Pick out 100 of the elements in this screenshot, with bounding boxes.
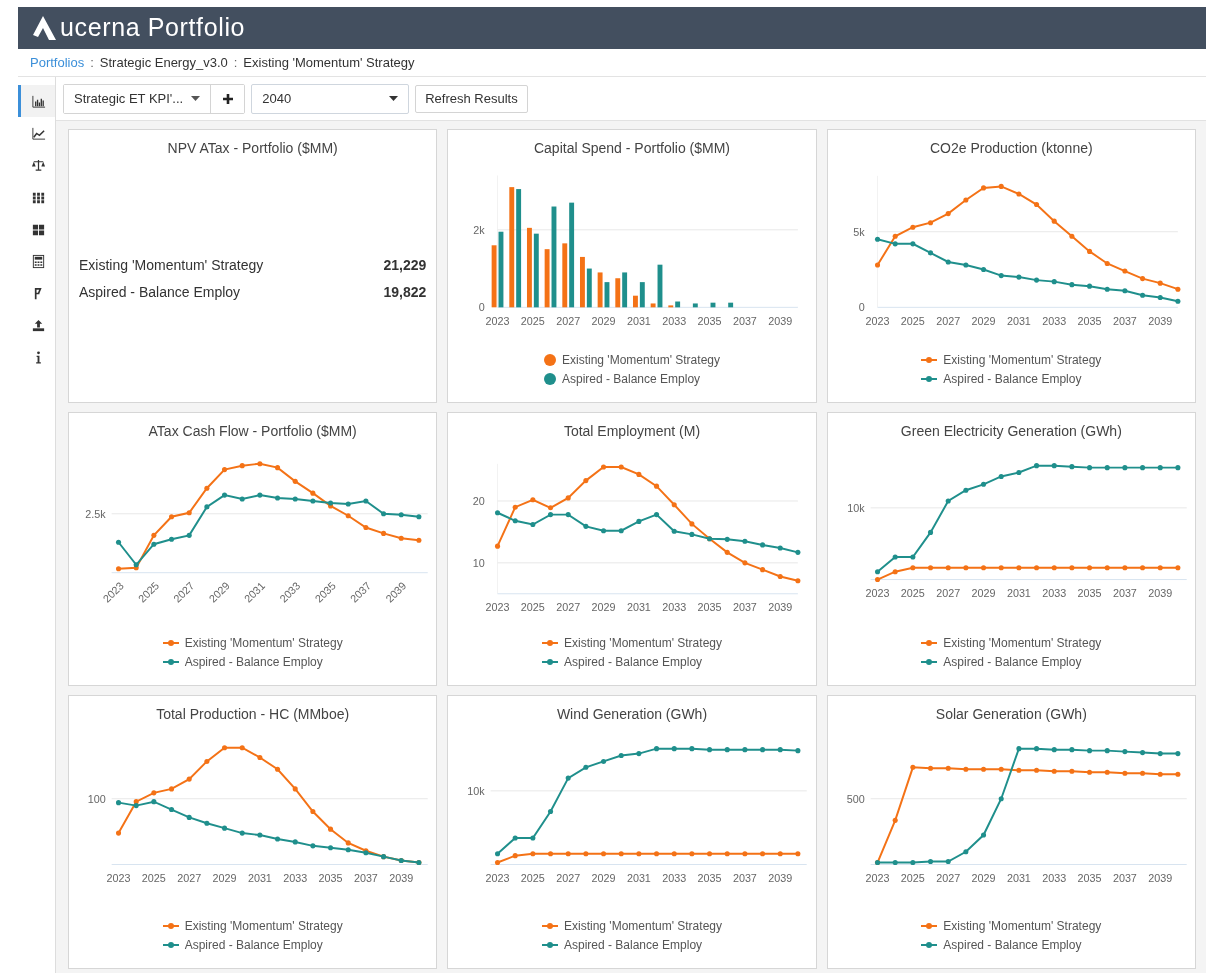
axis-label: 2027 [935, 314, 960, 327]
axis-label: 2029 [591, 314, 616, 327]
axis-label: 2025 [521, 600, 546, 613]
axis-label: 2035 [318, 871, 343, 884]
axis-label: 2025 [521, 871, 546, 884]
sidebar-icon [30, 157, 46, 173]
axis-label: 2031 [627, 871, 652, 884]
axis-label: 2023 [485, 314, 510, 327]
axis-label: 2031 [627, 600, 652, 613]
year-select[interactable]: 2040 [251, 83, 410, 114]
axis-label: 2023 [106, 871, 131, 884]
axis-label: 2039 [768, 871, 793, 884]
axis-label: 2029 [591, 600, 616, 613]
axis-label: 2025 [900, 314, 925, 327]
axis-label: 2029 [212, 871, 237, 884]
logo-icon [30, 14, 58, 42]
axis-label: 2029 [591, 871, 616, 884]
app-title: ucerna Portfolio [60, 12, 246, 44]
axis-label: 2.5k [85, 507, 106, 520]
axis-label: 10k [847, 501, 865, 514]
axis-label: 2025 [521, 314, 546, 327]
axis-label: 0 [858, 300, 865, 313]
legend-label: Aspired - Balance Employ [564, 937, 703, 954]
axis-label: 2029 [971, 871, 996, 884]
chart-bar [728, 302, 734, 307]
axis-label: 2039 [768, 600, 793, 613]
breadcrumb-link[interactable]: Portfolios [30, 52, 85, 73]
axis-label: 2027 [935, 871, 960, 884]
axis-label: 2035 [697, 600, 722, 613]
refresh-button[interactable]: Refresh Results [415, 84, 528, 113]
axis-label: 2k [473, 223, 486, 236]
axis-label: 2029 [971, 586, 996, 599]
legend-label: Aspired - Balance Employ [562, 371, 701, 388]
card-title: Solar Generation (GWh) [934, 705, 1088, 724]
axis-label: 2033 [1041, 871, 1066, 884]
legend-label: Existing 'Momentum' Strategy [184, 635, 343, 652]
axis-label: 2027 [935, 586, 960, 599]
sidebar-icon [30, 93, 46, 109]
axis-label: 2023 [865, 314, 890, 327]
legend-label: Existing 'Momentum' Strategy [184, 918, 343, 935]
axis-label: 5k [853, 225, 865, 238]
axis-label: 2035 [1077, 586, 1102, 599]
axis-label: 2031 [1006, 314, 1031, 327]
chart-bar [693, 302, 699, 307]
sidebar-icon [30, 253, 46, 269]
axis-label: 2037 [353, 871, 378, 884]
card-title: Wind Generation (GWh) [555, 705, 709, 724]
legend-label: Existing 'Momentum' Strategy [564, 918, 722, 935]
axis-label: 2035 [1077, 871, 1102, 884]
axis-label: 2037 [1112, 871, 1137, 884]
axis-label: 2037 [1112, 586, 1137, 599]
axis-label: 2039 [389, 871, 414, 884]
sidebar-icon [30, 125, 46, 141]
legend-label: Aspired - Balance Employ [184, 654, 323, 671]
axis-label: 2037 [733, 314, 758, 327]
axis-label: 2035 [697, 314, 722, 327]
axis-label: 2025 [900, 871, 925, 884]
card-title: ATax Cash Flow - Portfolio ($MM) [147, 422, 358, 441]
axis-label: 2033 [283, 871, 308, 884]
axis-label: 2027 [556, 314, 581, 327]
axis-label: 2025 [141, 871, 166, 884]
sidebar-tab[interactable] [18, 85, 55, 117]
axis-label: 2033 [662, 600, 687, 613]
legend-label: Existing 'Momentum' Strategy [943, 352, 1102, 369]
legend-label: Aspired - Balance Employ [943, 654, 1082, 671]
axis-label: 2037 [733, 871, 758, 884]
axis-label: 2023 [485, 600, 510, 613]
legend-label: Aspired - Balance Employ [564, 654, 703, 671]
legend-label: Aspired - Balance Employ [943, 937, 1082, 954]
axis-label: 2027 [556, 600, 581, 613]
axis-label: 2033 [1041, 314, 1066, 327]
breadcrumb-separator: : [90, 53, 94, 72]
axis-label: 2033 [1041, 586, 1066, 599]
kpi-value: 19,822 [383, 283, 427, 302]
kpi-label: Aspired - Balance Employ [79, 283, 241, 302]
axis-label: 2039 [1147, 871, 1172, 884]
axis-label: 2031 [627, 314, 652, 327]
legend-label: Existing 'Momentum' Strategy [943, 635, 1102, 652]
kpi-value: 21,229 [383, 256, 427, 275]
axis-label: 2033 [662, 871, 687, 884]
axis-label: 2039 [768, 314, 793, 327]
axis-label: 2023 [865, 586, 890, 599]
axis-label: 2031 [1006, 586, 1031, 599]
axis-label: 100 [87, 792, 106, 805]
axis-label: 2023 [865, 871, 890, 884]
card-title: CO2e Production (ktonne) [929, 139, 1094, 158]
axis-label: 2039 [1147, 314, 1172, 327]
breadcrumb-item: Existing 'Momentum' Strategy [243, 53, 415, 72]
card-title: Total Production - HC (MMboe) [155, 705, 351, 724]
legend-label: Existing 'Momentum' Strategy [943, 918, 1102, 935]
axis-label: 2029 [971, 314, 996, 327]
breadcrumb-item: Strategic Energy_v3.0 [99, 53, 228, 72]
card-title: Capital Spend - Portfolio ($MM) [532, 139, 732, 158]
axis-label: 2027 [177, 871, 202, 884]
axis-label: 10k [467, 784, 486, 797]
card-title: Total Employment (M) [562, 422, 702, 441]
sidebar-icon [30, 317, 46, 333]
axis-label: 2035 [1077, 314, 1102, 327]
card-title: Green Electricity Generation (GWh) [899, 422, 1123, 441]
axis-label: 2037 [1112, 314, 1137, 327]
